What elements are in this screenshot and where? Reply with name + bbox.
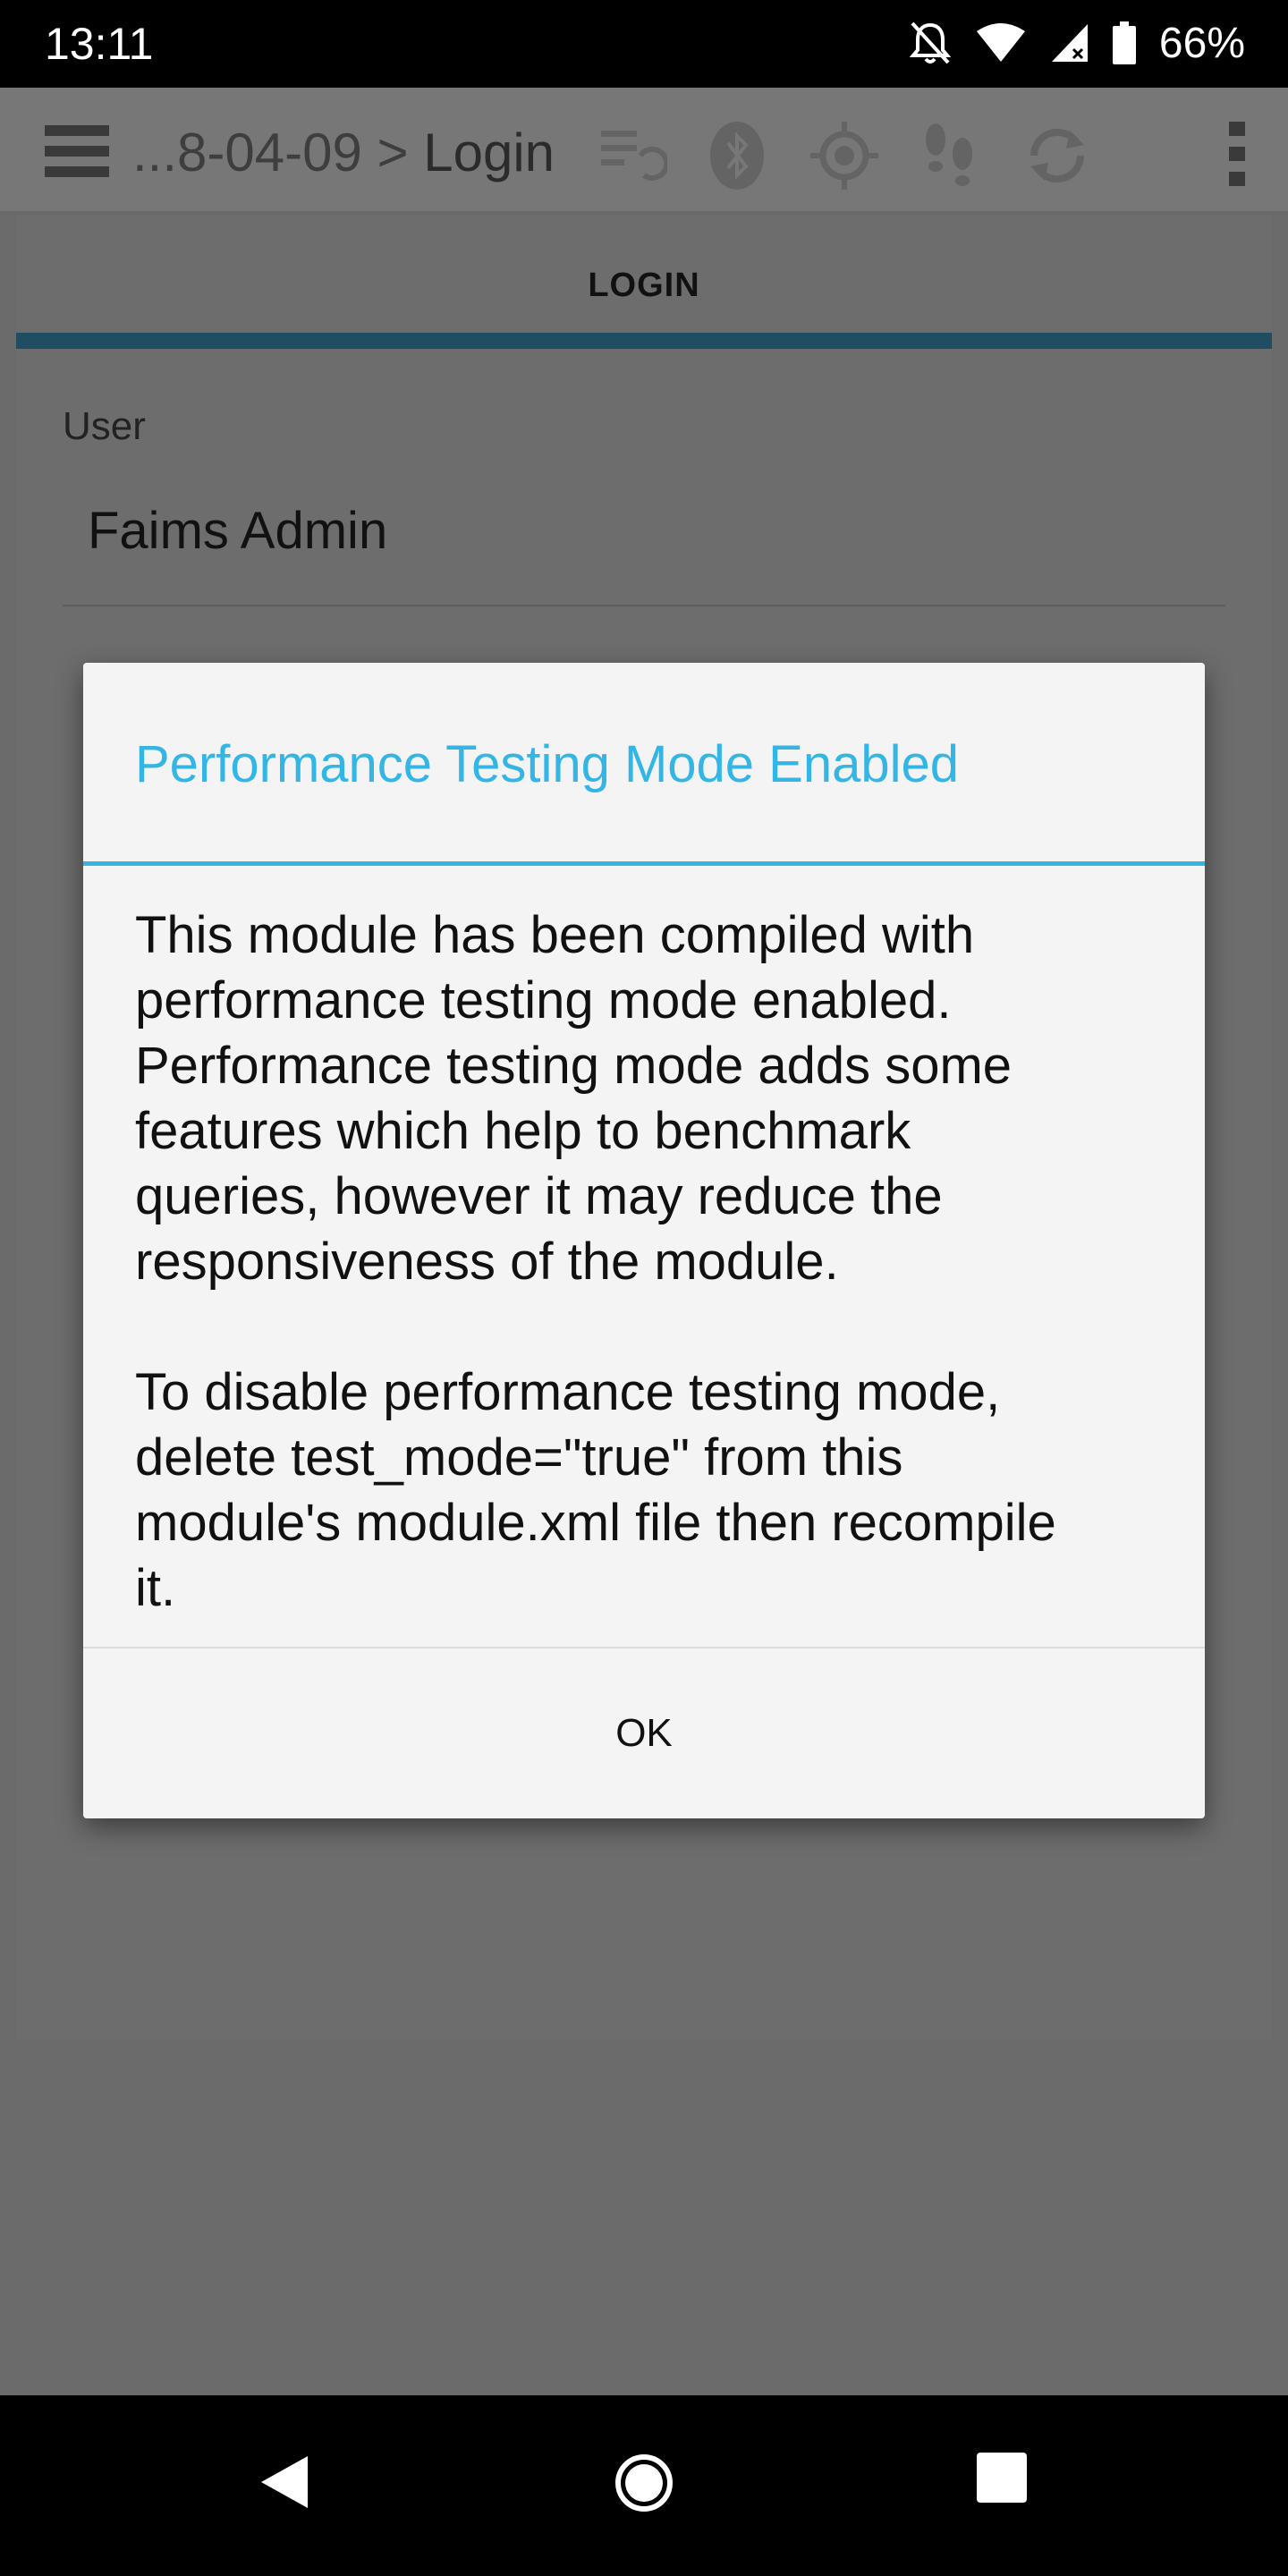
breadcrumb-separator: > [377, 123, 409, 182]
status-icons: 66% [909, 16, 1245, 70]
action-bar: ...8-04-09 > Login [0, 88, 1288, 215]
signal-icon [1051, 24, 1088, 62]
status-time: 13:11 [45, 19, 154, 69]
status-bar: 13:11 66% [0, 0, 1288, 88]
navigation-bar [0, 2395, 1288, 2576]
user-field-label: User [63, 404, 146, 448]
tab-bar: LOGIN [16, 215, 1272, 349]
home-icon[interactable] [614, 2453, 674, 2513]
tab-indicator [16, 333, 1272, 349]
ok-button[interactable]: OK [83, 1648, 1205, 1818]
user-select[interactable]: Faims Admin [88, 501, 387, 561]
dialog-title-divider [83, 861, 1205, 866]
recents-icon[interactable] [977, 2453, 1027, 2503]
dialog-title: Performance Testing Mode Enabled [135, 735, 960, 793]
breadcrumb-current: Login [423, 123, 555, 182]
gps-icon[interactable] [809, 120, 880, 191]
user-field-underline [63, 605, 1225, 606]
battery-icon [1112, 21, 1136, 64]
overflow-menu-icon[interactable] [1229, 120, 1247, 188]
dialog-message: This module has been compiled with perfo… [135, 906, 1056, 1617]
tab-login[interactable]: LOGIN [16, 267, 1272, 305]
menu-icon[interactable] [45, 123, 109, 179]
bluetooth-icon[interactable] [708, 120, 766, 191]
back-icon[interactable] [258, 2453, 311, 2512]
sync-icon[interactable] [1021, 120, 1093, 191]
performance-testing-dialog: Performance Testing Mode Enabled This mo… [83, 663, 1205, 1818]
tracking-icon[interactable] [919, 120, 980, 191]
breadcrumb: ...8-04-09 > Login [132, 122, 555, 183]
breadcrumb-prefix[interactable]: ...8-04-09 [132, 123, 362, 182]
wifi-icon [976, 23, 1025, 62]
battery-percentage: 66% [1158, 19, 1245, 67]
mute-icon [909, 21, 952, 64]
sync-list-icon[interactable] [597, 120, 667, 184]
